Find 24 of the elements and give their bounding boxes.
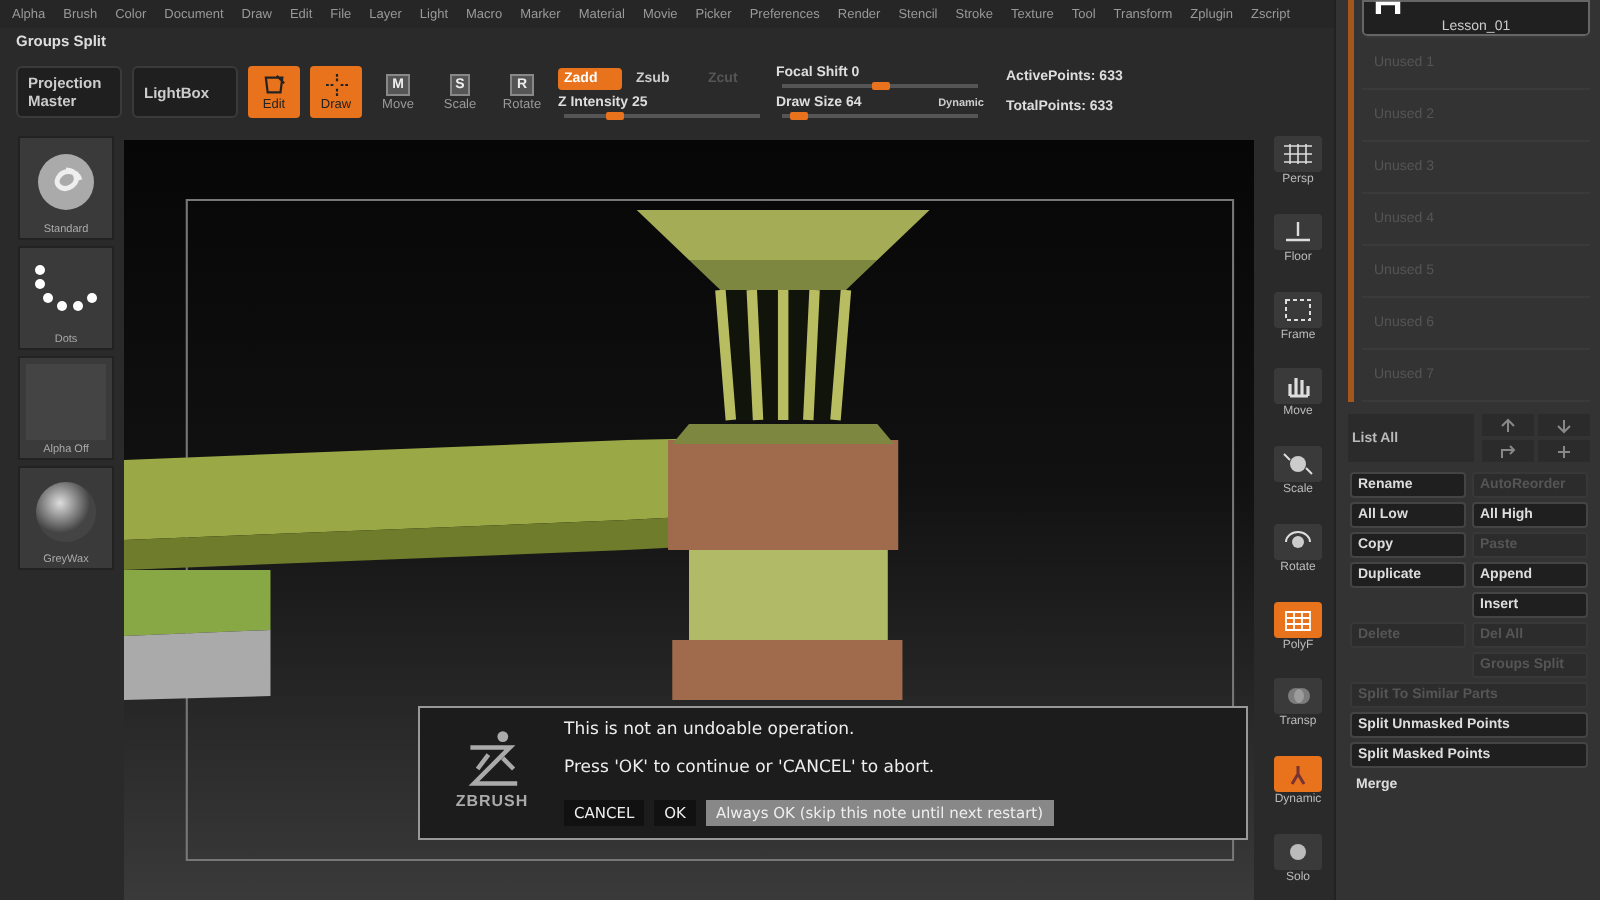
polyframe-icon xyxy=(1282,607,1314,632)
turn-arrow-icon xyxy=(1498,443,1518,459)
slider-thumb[interactable] xyxy=(789,112,808,120)
rotate-icon xyxy=(1282,529,1314,554)
model-thumbnail-icon xyxy=(1374,0,1402,14)
cross-arrows-icon xyxy=(1554,443,1574,459)
dialog-message: This is not an undoable operation. xyxy=(564,720,857,740)
arrow-button[interactable] xyxy=(1538,440,1590,462)
arrow-button[interactable] xyxy=(1482,440,1534,462)
logo-text: ZBRUSH xyxy=(455,792,529,810)
slider-thumb[interactable] xyxy=(605,111,623,119)
scale-icon xyxy=(1282,452,1314,477)
slider-thumb[interactable] xyxy=(872,82,890,90)
hand-icon xyxy=(1282,374,1314,399)
frame-icon xyxy=(1282,297,1314,322)
transparency-icon xyxy=(1282,684,1314,709)
arrow-button[interactable] xyxy=(1538,414,1590,436)
arrow-button[interactable] xyxy=(1482,414,1534,436)
floor-icon xyxy=(1282,219,1314,244)
crosshair-icon xyxy=(323,73,349,95)
dialog-message: Press 'OK' to continue or 'CANCEL' to abort. xyxy=(564,758,937,778)
up-arrow-icon xyxy=(1498,417,1518,433)
grid-icon xyxy=(1282,142,1314,166)
down-arrow-icon xyxy=(1554,417,1574,433)
